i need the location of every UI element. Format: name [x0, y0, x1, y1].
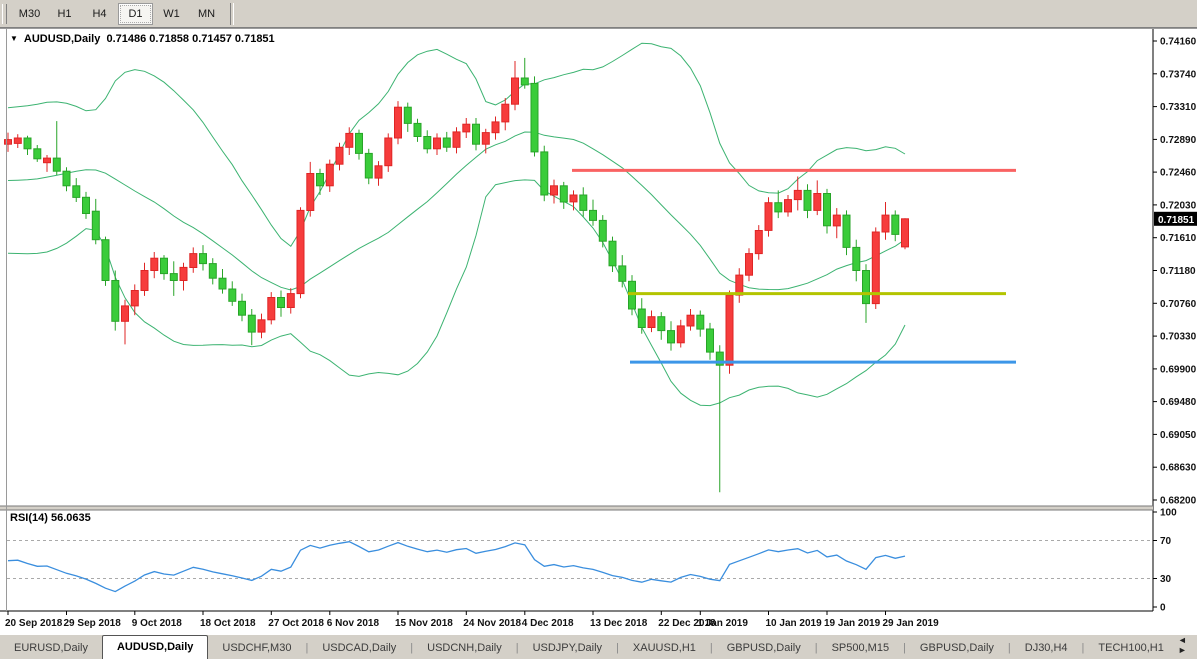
timeframe-button-d1[interactable]: D1 — [118, 3, 153, 25]
chart-tab-usdcad-daily[interactable]: USDCAD,Daily — [308, 638, 410, 659]
svg-text:29 Jan 2019: 29 Jan 2019 — [883, 618, 940, 629]
chart-tab-eurusd-daily[interactable]: EURUSD,Daily — [0, 638, 102, 659]
svg-text:0.72460: 0.72460 — [1160, 168, 1197, 179]
chart-tab-usdcnh-daily[interactable]: USDCNH,Daily — [413, 638, 516, 659]
svg-text:6 Nov 2018: 6 Nov 2018 — [327, 618, 380, 629]
svg-text:0.68200: 0.68200 — [1160, 496, 1197, 507]
svg-text:0.69900: 0.69900 — [1160, 364, 1197, 375]
svg-text:0.72030: 0.72030 — [1160, 200, 1197, 211]
chart-tab-dj30-h4[interactable]: DJ30,H4 — [1011, 638, 1082, 659]
svg-text:0.68630: 0.68630 — [1160, 463, 1197, 474]
svg-text:100: 100 — [1160, 508, 1177, 519]
collapse-icon[interactable]: ▼ — [10, 34, 18, 43]
svg-text:0.71851: 0.71851 — [1158, 215, 1195, 226]
svg-text:27 Oct 2018: 27 Oct 2018 — [268, 618, 324, 629]
svg-text:9 Oct 2018: 9 Oct 2018 — [132, 618, 182, 629]
timeframe-toolbar: M30H1H4D1W1MN — [0, 0, 1197, 28]
svg-text:4 Dec 2018: 4 Dec 2018 — [522, 618, 574, 629]
chart-ohlc-values: 0.71486 0.71858 0.71457 0.71851 — [106, 33, 274, 45]
svg-text:0.69050: 0.69050 — [1160, 430, 1197, 441]
chart-tab-gbpusd-daily[interactable]: GBPUSD,Daily — [906, 638, 1008, 659]
chart-tab-gbpusd-daily[interactable]: GBPUSD,Daily — [713, 638, 815, 659]
svg-text:0: 0 — [1160, 603, 1166, 614]
chart-ohlc-header: ▼ AUDUSD,Daily 0.71486 0.71858 0.71457 0.… — [10, 33, 275, 45]
timeframe-button-h4[interactable]: H4 — [83, 4, 116, 24]
chart-tab-sp500-m15[interactable]: SP500,M15 — [818, 638, 903, 659]
chart-tab-bar: EURUSD,DailyAUDUSD,DailyUSDCHF,M30|USDCA… — [0, 634, 1197, 659]
svg-text:0.71180: 0.71180 — [1160, 266, 1196, 277]
svg-text:20 Sep 2018: 20 Sep 2018 — [5, 618, 63, 629]
svg-text:15 Nov 2018: 15 Nov 2018 — [395, 618, 453, 629]
chart-symbol-label: AUDUSD,Daily — [24, 33, 100, 45]
svg-text:24 Nov 2018: 24 Nov 2018 — [463, 618, 521, 629]
chart-tab-usdjpy-daily[interactable]: USDJPY,Daily — [519, 638, 617, 659]
chart-canvas[interactable]: 0.74160 0.73740 0.73310 0.72890 0.72460 0.720… — [0, 28, 1197, 634]
timeframe-button-m30[interactable]: M30 — [13, 4, 46, 24]
timeframe-button-mn[interactable]: MN — [190, 4, 223, 24]
svg-text:0.69480: 0.69480 — [1160, 397, 1197, 408]
svg-text:10 Jan 2019: 10 Jan 2019 — [766, 618, 823, 629]
mt4-window: M30H1H4D1W1MN 0.74160 0.73740 0.73310 0.728… — [0, 0, 1197, 659]
panel-splitter[interactable] — [0, 506, 1153, 510]
chart-tab-tech100-h1[interactable]: TECH100,H1 — [1084, 638, 1177, 659]
svg-text:18 Oct 2018: 18 Oct 2018 — [200, 618, 256, 629]
svg-text:0.70760: 0.70760 — [1160, 299, 1197, 310]
timeframe-button-h1[interactable]: H1 — [48, 4, 81, 24]
svg-text:0.70330: 0.70330 — [1160, 332, 1197, 343]
chart-tab-audusd-daily[interactable]: AUDUSD,Daily — [102, 635, 208, 659]
svg-text:0.72890: 0.72890 — [1160, 135, 1197, 146]
svg-text:0.73310: 0.73310 — [1160, 102, 1197, 113]
svg-text:30: 30 — [1160, 574, 1172, 585]
svg-text:0.74160: 0.74160 — [1160, 37, 1197, 48]
svg-text:19 Jan 2019: 19 Jan 2019 — [824, 618, 881, 629]
chart-window[interactable]: 0.74160 0.73740 0.73310 0.72890 0.72460 0.720… — [0, 28, 1197, 634]
svg-text:70: 70 — [1160, 536, 1172, 547]
svg-text:0.73740: 0.73740 — [1160, 69, 1197, 80]
svg-text:13 Dec 2018: 13 Dec 2018 — [590, 618, 648, 629]
svg-text:0.71610: 0.71610 — [1160, 233, 1197, 244]
price-scale[interactable]: 0.74160 0.73740 0.73310 0.72890 0.72460 0.720… — [1153, 37, 1197, 507]
timeframe-button-w1[interactable]: W1 — [155, 4, 188, 24]
svg-text:29 Sep 2018: 29 Sep 2018 — [64, 618, 122, 629]
tab-scroll-arrows-icon[interactable]: ◄ ► — [1178, 635, 1197, 655]
chart-tab-usdchf-m30[interactable]: USDCHF,M30 — [208, 638, 305, 659]
rsi-indicator-label: RSI(14) 56.0635 — [10, 512, 91, 524]
chart-tab-xauusd-h1[interactable]: XAUUSD,H1 — [619, 638, 710, 659]
current-price-badge: 0.71851 — [1154, 212, 1197, 226]
toolbar-separator — [230, 3, 234, 25]
svg-text:1 Jan 2019: 1 Jan 2019 — [697, 618, 748, 629]
toolbar-grip[interactable] — [2, 4, 7, 24]
